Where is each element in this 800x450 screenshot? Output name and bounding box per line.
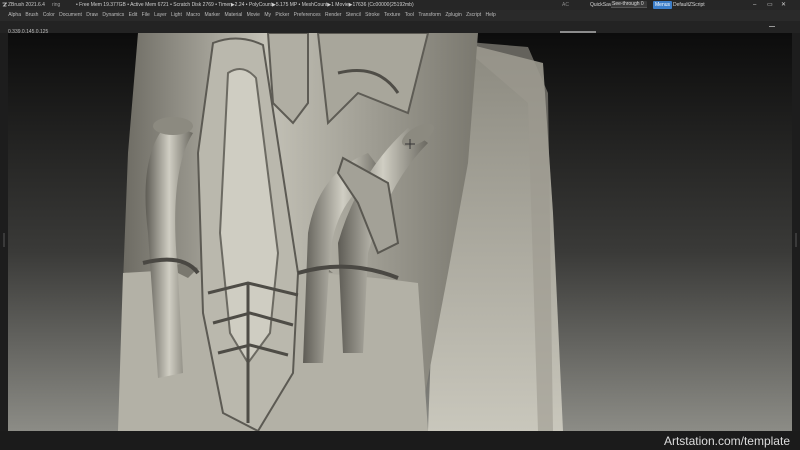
menu-item-draw[interactable]: Draw bbox=[84, 10, 100, 21]
left-tray[interactable] bbox=[0, 33, 8, 450]
sculpt-mesh bbox=[118, 33, 563, 431]
default-zscript-button[interactable]: DefaultZScript bbox=[673, 0, 705, 10]
right-tray-grip[interactable] bbox=[795, 233, 797, 247]
menu-item-material[interactable]: Material bbox=[222, 10, 244, 21]
menu-item-light[interactable]: Light bbox=[169, 10, 184, 21]
zbrush-logo-icon bbox=[2, 2, 7, 7]
tray-toggle-icon[interactable] bbox=[769, 26, 775, 27]
menus-button[interactable]: Menus bbox=[653, 1, 673, 9]
left-tray-grip[interactable] bbox=[3, 233, 5, 247]
menu-bar: Alpha Brush Color Document Draw Dynamics Edit F… bbox=[0, 10, 800, 21]
see-through-slider[interactable]: See-through 0 bbox=[611, 1, 647, 8]
menu-item-zplugin[interactable]: Zplugin bbox=[443, 10, 464, 21]
see-through-track[interactable] bbox=[611, 7, 647, 8]
canvas-viewport[interactable] bbox=[8, 33, 792, 431]
restore-icon[interactable]: ▭ bbox=[767, 0, 773, 10]
menu-item-stroke[interactable]: Stroke bbox=[363, 10, 382, 21]
memory-stats: • Free Mem 19.377GB • Active Mem 6721 • … bbox=[76, 2, 414, 8]
menu-item-document[interactable]: Document bbox=[57, 10, 84, 21]
menu-item-file[interactable]: File bbox=[139, 10, 151, 21]
menu-item-marker[interactable]: Marker bbox=[202, 10, 222, 21]
menu-item-help[interactable]: Help bbox=[483, 10, 498, 21]
document-name: ring bbox=[52, 2, 61, 8]
menu-item-my[interactable]: My bbox=[262, 10, 273, 21]
right-tray[interactable] bbox=[792, 33, 800, 450]
menu-item-zscript[interactable]: Zscript bbox=[464, 10, 483, 21]
menu-item-transform[interactable]: Transform bbox=[416, 10, 443, 21]
menu-item-render[interactable]: Render bbox=[323, 10, 344, 21]
menu-item-preferences[interactable]: Preferences bbox=[291, 10, 322, 21]
minimize-icon[interactable]: – bbox=[753, 0, 756, 10]
ac-button[interactable]: AC bbox=[562, 0, 569, 10]
menu-item-alpha[interactable]: Alpha bbox=[6, 10, 23, 21]
close-icon[interactable]: ✕ bbox=[781, 0, 786, 10]
menu-item-picker[interactable]: Picker bbox=[273, 10, 291, 21]
menu-item-macro[interactable]: Macro bbox=[184, 10, 202, 21]
readout-row: 0.339,0.145,0.125 bbox=[0, 21, 800, 35]
title-bar: ZBrush 2021.6.4 ring • Free Mem 19.377GB… bbox=[0, 0, 800, 10]
menu-item-brush[interactable]: Brush bbox=[23, 10, 40, 21]
menu-item-color[interactable]: Color bbox=[41, 10, 57, 21]
menu-item-layer[interactable]: Layer bbox=[152, 10, 169, 21]
menu-item-tool[interactable]: Tool bbox=[403, 10, 417, 21]
menu-item-stencil[interactable]: Stencil bbox=[344, 10, 363, 21]
menu-item-texture[interactable]: Texture bbox=[382, 10, 403, 21]
menu-item-movie[interactable]: Movie bbox=[244, 10, 262, 21]
menu-item-dynamics[interactable]: Dynamics bbox=[100, 10, 126, 21]
app-title: ZBrush 2021.6.4 bbox=[8, 2, 45, 8]
menu-item-edit[interactable]: Edit bbox=[126, 10, 139, 21]
watermark: Artstation.com/template bbox=[663, 434, 790, 448]
